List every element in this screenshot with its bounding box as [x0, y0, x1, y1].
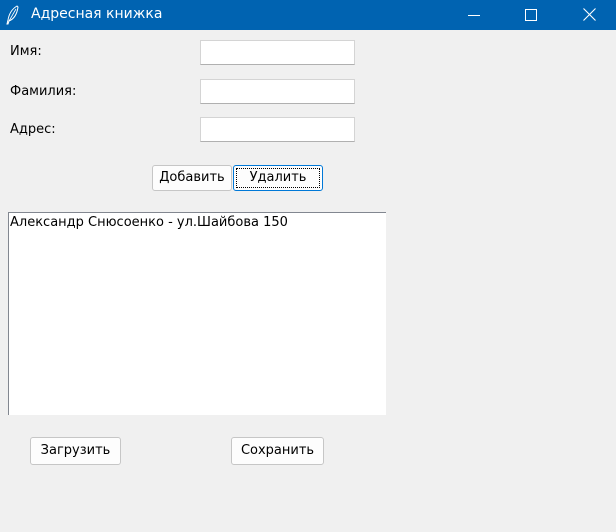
contacts-listbox[interactable]: Александр Снюсоенко - ул.Шайбова 150 [8, 212, 386, 415]
delete-button-label: Удалить [249, 170, 307, 185]
address-field[interactable] [200, 117, 355, 142]
delete-button[interactable]: Удалить [233, 165, 323, 191]
minimize-button[interactable] [451, 0, 497, 30]
load-button-label: Загрузить [40, 443, 111, 458]
last-name-label: Фамилия: [10, 84, 77, 99]
save-button-label: Сохранить [240, 443, 315, 458]
address-label: Адрес: [10, 122, 56, 137]
feather-icon [6, 5, 20, 25]
window-title: Адресная книжка [31, 6, 163, 22]
close-icon [582, 6, 596, 25]
add-button-label: Добавить [159, 170, 225, 185]
first-name-label: Имя: [10, 44, 42, 59]
load-button[interactable]: Загрузить [30, 437, 121, 465]
title-bar[interactable]: Адресная книжка [0, 0, 616, 30]
add-button[interactable]: Добавить [152, 165, 232, 191]
maximize-icon [525, 6, 537, 25]
first-name-field[interactable] [200, 40, 355, 65]
close-button[interactable] [566, 0, 612, 30]
list-item[interactable]: Александр Снюсоенко - ул.Шайбова 150 [9, 213, 386, 233]
maximize-button[interactable] [508, 0, 554, 30]
save-button[interactable]: Сохранить [231, 437, 324, 465]
last-name-field[interactable] [200, 79, 355, 104]
address-book-window: Адресная книжка Имя: Фамилия: Адрес: Доб… [0, 0, 616, 532]
minimize-icon [468, 6, 480, 25]
